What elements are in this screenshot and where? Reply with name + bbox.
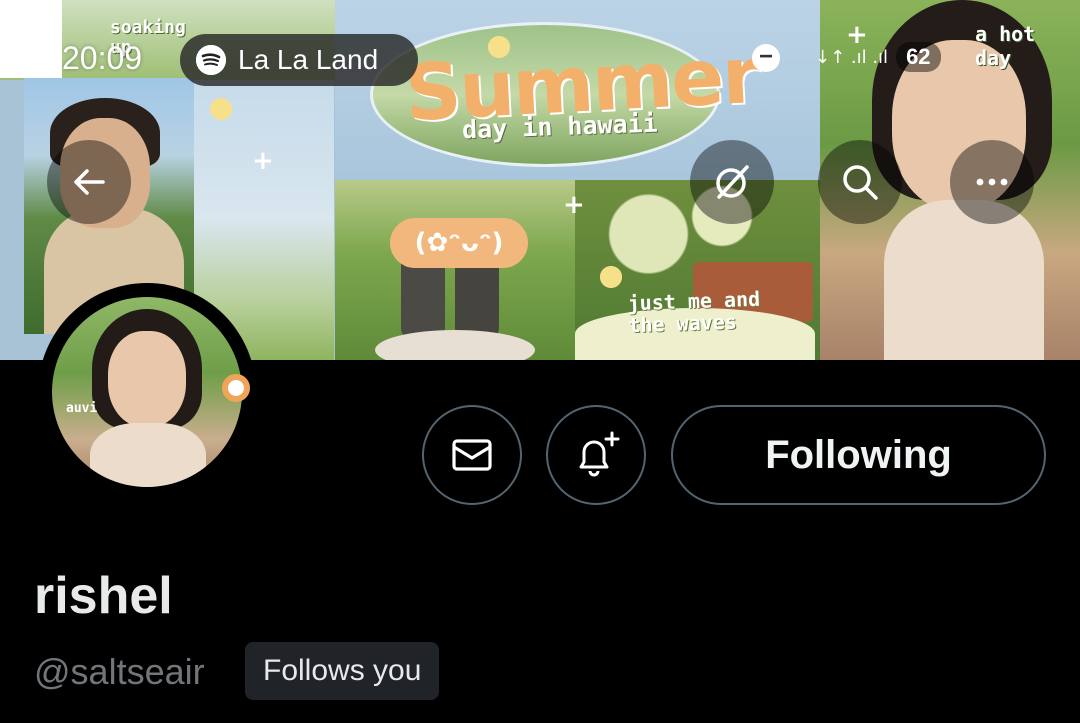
more-options-button[interactable] <box>950 140 1034 224</box>
flower-sticker-icon <box>222 374 250 402</box>
now-playing-pill[interactable]: La La Land <box>180 34 418 86</box>
status-time: 20:09 <box>62 40 143 76</box>
flower-sticker-icon <box>600 266 622 288</box>
search-icon <box>843 165 878 200</box>
avatar-tag: auvi <box>66 401 98 416</box>
following-button[interactable]: Following <box>671 405 1046 505</box>
search-button[interactable] <box>818 140 902 224</box>
user-handle: @saltseair <box>34 651 205 692</box>
sparkle-icon: + <box>252 146 274 176</box>
arrow-left-icon <box>74 169 105 195</box>
person-scarf <box>884 200 1044 360</box>
banner-kaomoji: (✿ᵔᴗᵔ) <box>390 218 528 268</box>
banner-tile-boots <box>335 180 575 360</box>
avatar-face <box>108 331 186 427</box>
grok-icon <box>716 165 749 199</box>
battery-indicator: 62 <box>896 42 941 72</box>
bell-plus-icon <box>579 431 620 477</box>
display-name: rishel <box>34 567 173 625</box>
more-horizontal-icon <box>976 178 1008 186</box>
message-button[interactable] <box>422 405 522 505</box>
do-not-disturb-icon: − <box>752 44 780 72</box>
cloth <box>375 330 535 360</box>
flower-sticker-icon <box>210 98 232 120</box>
signal-icon: ↓↑ .ıl .ıl <box>815 46 889 68</box>
banner-caption-hot-day: a hot day <box>975 22 1036 70</box>
follows-you-badge: Follows you <box>245 642 440 700</box>
mail-icon <box>452 439 492 471</box>
banner-tile-white <box>0 0 62 78</box>
banner-caption-waves: just me and the waves <box>627 286 761 338</box>
flower-sticker-icon <box>488 36 510 58</box>
now-playing-title: La La Land <box>238 44 379 75</box>
spotify-icon <box>196 45 226 75</box>
avatar-image: auvi <box>52 297 242 487</box>
back-button[interactable] <box>47 140 131 224</box>
grok-button[interactable] <box>690 140 774 224</box>
sparkle-icon: + <box>563 190 585 220</box>
avatar-scarf <box>90 423 206 487</box>
notifications-button[interactable] <box>546 405 646 505</box>
status-right: ↓↑ .ıl .ıl 62 <box>815 42 941 72</box>
